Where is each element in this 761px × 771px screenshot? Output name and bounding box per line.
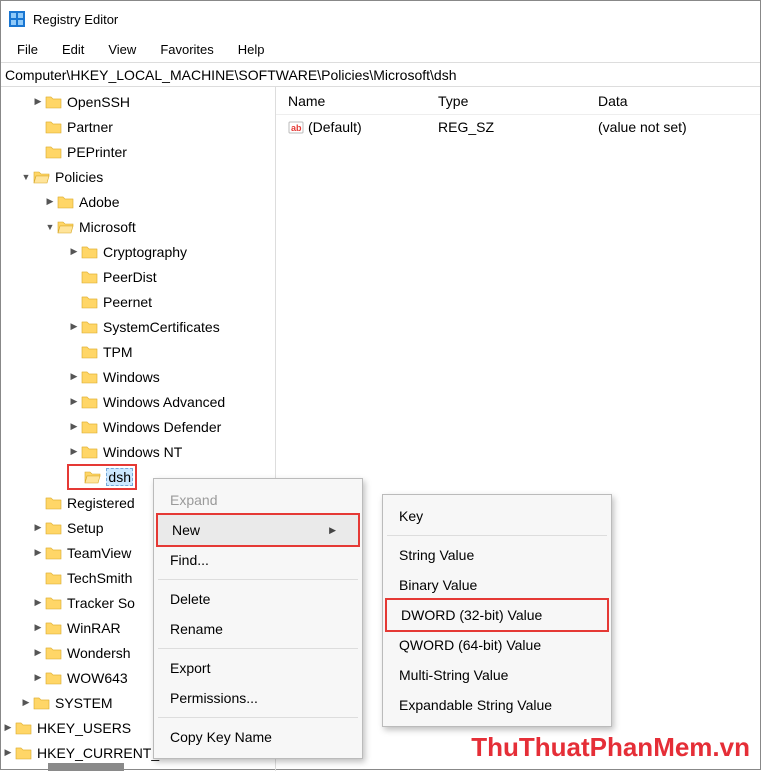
folder-open-icon [57,218,75,236]
folder-icon [45,669,63,687]
string-value-icon [288,119,304,135]
cell-data: (value not set) [598,119,687,135]
folder-icon [81,443,99,461]
folder-icon [45,143,63,161]
ctx-new[interactable]: New▶ [158,515,358,545]
folder-icon [45,93,63,111]
ctx-find[interactable]: Find... [156,545,360,575]
folder-icon [81,343,99,361]
tree-item-cryptography[interactable]: ▶Cryptography [1,239,275,264]
folder-icon [81,243,99,261]
menubar: File Edit View Favorites Help [1,37,760,63]
tree-item-partner[interactable]: ·Partner [1,114,275,139]
ctx-new-dword[interactable]: DWORD (32-bit) Value [387,600,607,630]
ctx-export[interactable]: Export [156,653,360,683]
folder-icon [15,719,33,737]
list-row[interactable]: (Default) REG_SZ (value not set) [276,115,760,139]
highlight-dword: DWORD (32-bit) Value [385,598,609,632]
ctx-new-string[interactable]: String Value [385,540,609,570]
ctx-new-qword[interactable]: QWORD (64-bit) Value [385,630,609,660]
folder-icon [45,569,63,587]
submenu-arrow-icon: ▶ [329,525,336,536]
folder-icon [45,619,63,637]
ctx-new-expandable-string[interactable]: Expandable String Value [385,690,609,720]
address-bar[interactable]: Computer\HKEY_LOCAL_MACHINE\SOFTWARE\Pol… [1,63,760,87]
cell-type: REG_SZ [438,119,494,135]
folder-icon [45,494,63,512]
col-header-name[interactable]: Name [276,93,426,109]
tree-item-openssh[interactable]: ▶OpenSSH [1,89,275,114]
ctx-new-key[interactable]: Key [385,501,609,531]
folder-icon [45,519,63,537]
col-header-type[interactable]: Type [426,93,586,109]
tree-item-windows-advanced[interactable]: ▶Windows Advanced [1,389,275,414]
address-text: Computer\HKEY_LOCAL_MACHINE\SOFTWARE\Pol… [5,67,457,83]
window-title: Registry Editor [33,12,118,27]
folder-icon [15,744,33,762]
menu-edit[interactable]: Edit [52,40,94,59]
list-header: Name Type Data [276,87,760,115]
context-menu: Expand New▶ Find... Delete Rename Export… [153,478,363,759]
cell-name: (Default) [308,119,362,135]
tree-item-windows-nt[interactable]: ▶Windows NT [1,439,275,464]
tree-item-systemcertificates[interactable]: ▶SystemCertificates [1,314,275,339]
folder-open-icon [84,468,102,486]
folder-icon [45,644,63,662]
context-submenu-new: Key String Value Binary Value DWORD (32-… [382,494,612,727]
separator [158,717,358,718]
tree-item-windows[interactable]: ▶Windows [1,364,275,389]
tree-item-peernet[interactable]: ·Peernet [1,289,275,314]
folder-open-icon [33,168,51,186]
ctx-permissions[interactable]: Permissions... [156,683,360,713]
tree-item-microsoft[interactable]: ▼Microsoft [1,214,275,239]
chevron-down-icon[interactable]: ▼ [43,222,57,232]
tree-item-tpm[interactable]: ·TPM [1,339,275,364]
folder-icon [81,393,99,411]
tree-item-peerdist[interactable]: ·PeerDist [1,264,275,289]
folder-icon [81,268,99,286]
menu-help[interactable]: Help [228,40,275,59]
menu-file[interactable]: File [7,40,48,59]
folder-icon [33,694,51,712]
ctx-new-binary[interactable]: Binary Value [385,570,609,600]
folder-icon [45,118,63,136]
ctx-rename[interactable]: Rename [156,614,360,644]
tree-item-policies[interactable]: ▼Policies [1,164,275,189]
app-icon [9,11,25,27]
menu-view[interactable]: View [98,40,146,59]
ctx-copy-key-name[interactable]: Copy Key Name [156,722,360,752]
tree-item-dsh[interactable]: ·dsh [71,466,133,488]
tree-item-peprinter[interactable]: ·PEPrinter [1,139,275,164]
folder-icon [45,594,63,612]
separator [158,648,358,649]
chevron-down-icon[interactable]: ▼ [19,172,33,182]
highlight-dsh: ·dsh [67,464,137,490]
watermark: ThuThuatPhanMem.vn [471,732,750,763]
ctx-expand: Expand [156,485,360,515]
folder-icon [81,368,99,386]
folder-icon [81,318,99,336]
menu-favorites[interactable]: Favorites [150,40,223,59]
separator [387,535,607,536]
folder-icon [81,293,99,311]
tree-item-windows-defender[interactable]: ▶Windows Defender [1,414,275,439]
col-header-data[interactable]: Data [586,93,760,109]
ctx-new-multi-string[interactable]: Multi-String Value [385,660,609,690]
titlebar: Registry Editor [1,1,760,37]
folder-icon [57,193,75,211]
highlight-new: New▶ [156,513,360,547]
folder-icon [45,544,63,562]
separator [158,579,358,580]
folder-icon [81,418,99,436]
tree-item-adobe[interactable]: ▶Adobe [1,189,275,214]
ctx-delete[interactable]: Delete [156,584,360,614]
